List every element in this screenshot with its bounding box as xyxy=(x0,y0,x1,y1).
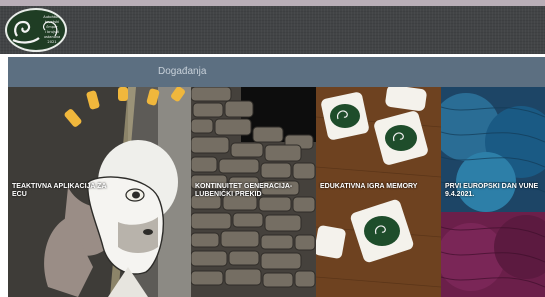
tile-wool-day[interactable]: Prvi europski dan vune 9.4.2021. xyxy=(441,87,545,297)
tile-title[interactable]: teaktivna aplikacija za ecu xyxy=(12,183,187,199)
tile-title[interactable]: Kontinuitet generacija- Lubenički prekid xyxy=(195,183,312,199)
logo-text: Autohtoni hrvatski čmpar i brujski ustan… xyxy=(43,15,61,44)
tile-title[interactable]: Edukativna igra memory xyxy=(320,183,437,191)
tile-title[interactable]: Prvi europski dan vune 9.4.2021. xyxy=(445,183,541,199)
main-nav: Događanja xyxy=(8,57,545,87)
site-logo[interactable]: Autohtoni hrvatski čmpar i brujski ustan… xyxy=(5,8,67,52)
memory-cards-photo xyxy=(316,87,441,297)
site-header: Autohtoni hrvatski čmpar i brujski ustan… xyxy=(0,6,545,54)
nav-item-dogadanja[interactable]: Događanja xyxy=(158,66,206,77)
tile-app[interactable]: teaktivna aplikacija za ecu xyxy=(8,87,191,297)
event-tiles: teaktivna aplikacija za ecu xyxy=(8,87,545,297)
tile-memory-game[interactable]: Edukativna igra memory xyxy=(316,87,441,297)
tile-stone-wall[interactable]: Kontinuitet generacija- Lubenički prekid xyxy=(191,87,316,297)
